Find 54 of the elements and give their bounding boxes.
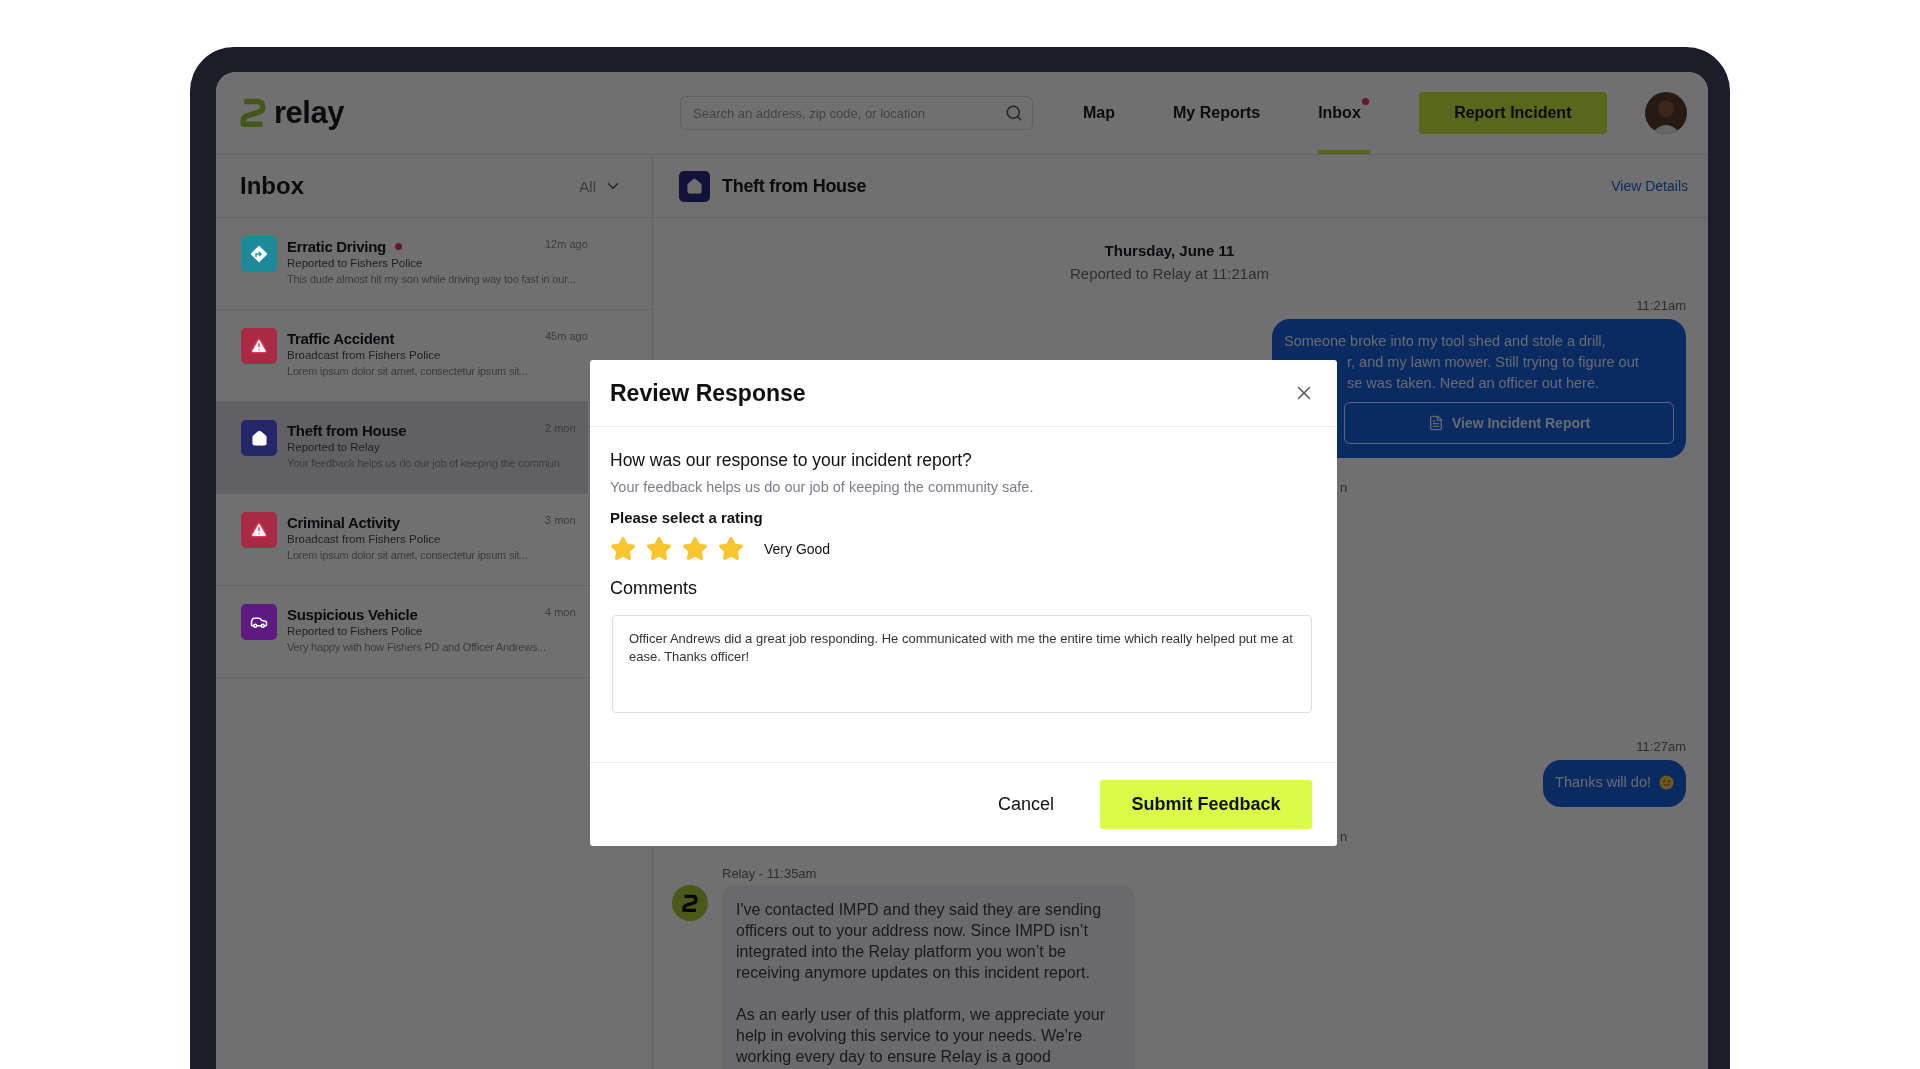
item-subtitle: Broadcast from Fishers Police (287, 533, 441, 545)
item-subtitle: Reported to Fishers Police (287, 625, 423, 637)
nav-tab[interactable]: Inbox (1318, 72, 1370, 154)
question-text: How was our response to your incident report? (610, 450, 973, 471)
item-title: Erratic Driving (287, 237, 386, 255)
message-time: 11:27am (1636, 739, 1686, 754)
message-time: 11:21am (1636, 298, 1686, 313)
cancel-button[interactable]: Cancel (991, 793, 1060, 816)
conversation-title: Theft from House (722, 175, 868, 197)
message-text: Someone broke into my tool shed and stole a drill, (1284, 332, 1606, 351)
view-details-link[interactable]: View Details (1611, 178, 1688, 194)
message-time: n (1340, 480, 1349, 495)
logo: relay (274, 95, 344, 131)
search-icon (1005, 104, 1023, 122)
item-title: Suspicious Vehicle (287, 605, 418, 623)
logo-icon (240, 96, 266, 130)
date-heading: Thursday, June 11 (1104, 242, 1235, 259)
view-incident-report-button[interactable]: View Incident Report (1344, 402, 1674, 444)
item-subtitle: Reported to Fishers Police (287, 257, 423, 269)
document-icon (1427, 415, 1444, 431)
warning-icon (250, 521, 268, 539)
nav-tab[interactable]: My Reports (1173, 72, 1270, 154)
rating-text: Very Good (764, 541, 831, 557)
item-title: Theft from House (287, 421, 407, 439)
message-author: Relay - 11:35am (722, 866, 818, 881)
item-subtitle: Reported to Relay (287, 441, 380, 453)
message-time: n (1340, 829, 1349, 844)
reported-note: Reported to Relay at 11:21am (1070, 265, 1269, 282)
nav-tab[interactable]: Map (1083, 72, 1124, 154)
comments-field[interactable]: Officer Andrews did a great job responding. He communicated with me the entire time which really helped put me at ease. Thanks officer! (612, 615, 1312, 713)
star-icon[interactable] (646, 536, 672, 562)
message-text: I've contacted IMPD and they said they are sending officers out to your address now. Since IMPD isn’t integrated into the Relay platform you won’t be receiving anymore updates on this incident report. (736, 900, 1103, 983)
report-incident-button[interactable]: Report Incident (1418, 92, 1607, 134)
message-text: se was taken. Need an officer out here. (1347, 374, 1600, 393)
message-text: Thanks will do! (1555, 773, 1651, 792)
comments-label: Comments (610, 578, 699, 599)
house-icon (250, 429, 268, 447)
star-icon[interactable] (718, 536, 744, 562)
house-icon (686, 177, 703, 195)
hint-text: Your feedback helps us do our job of keeping the community safe. (610, 479, 1035, 495)
submit-feedback-button[interactable]: Submit Feedback (1100, 780, 1312, 829)
user-avatar[interactable] (1645, 92, 1687, 134)
item-title: Criminal Activity (287, 513, 400, 531)
star-icon[interactable] (610, 536, 636, 562)
rating-label: Please select a rating (610, 509, 764, 526)
dialog-title: Review Response (610, 379, 807, 407)
message-text: As an early user of this platform, we appreciate your help in evolving this service to your needs. We're working every day to ensure Relay is a good (736, 1005, 1107, 1067)
item-title: Traffic Accident (287, 329, 395, 347)
star-icon[interactable] (682, 536, 708, 562)
message-text: r, and my lawn mower. Still trying to figure out (1347, 353, 1639, 372)
logo-icon (682, 892, 698, 914)
inbox-title: Inbox (240, 172, 305, 200)
warning-icon (250, 337, 268, 355)
item-subtitle: Broadcast from Fishers Police (287, 349, 441, 361)
